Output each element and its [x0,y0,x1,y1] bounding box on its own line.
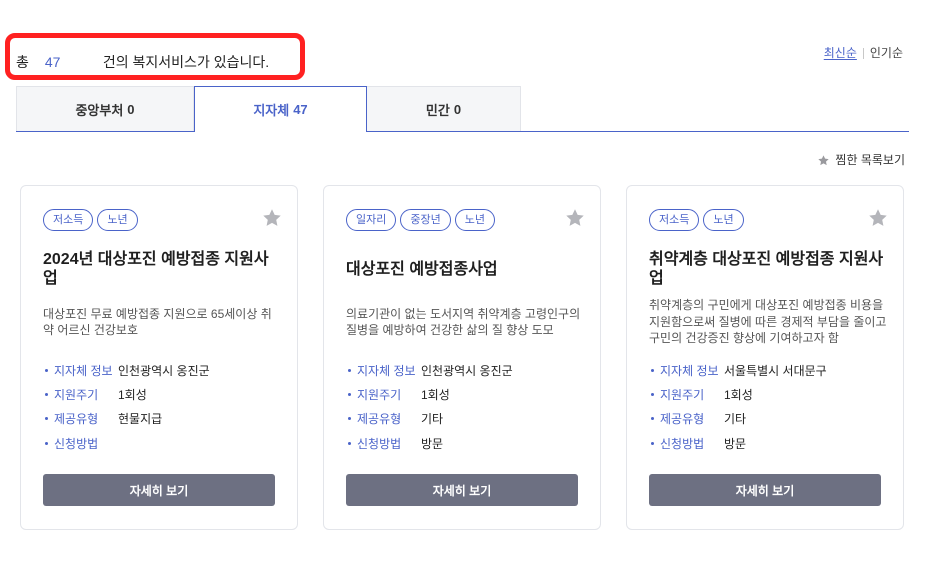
tag-list: 저소득 노년 [43,209,138,231]
star-icon [566,209,584,226]
tab-count: 47 [293,102,308,117]
tab-count: 0 [453,101,462,117]
view-details-button[interactable]: 자세히 보기 [649,474,881,506]
info-row: 신청방법 방문 [627,431,903,455]
info-row: 지자체 정보 인천광역시 옹진군 [21,358,297,382]
card-title: 2024년 대상포진 예방접종 지원사업 [43,251,269,287]
info-row: 제공유형 기타 [324,407,600,431]
info-row: 신청방법 방문 [324,431,600,455]
tab-private[interactable]: 민간 0 [367,86,521,131]
info-label: 지자체 정보 [357,363,416,378]
info-label: 제공유형 [357,412,402,427]
tab-label: 민간 [425,102,450,118]
card-title: 대상포진 예방접종사업 [346,260,498,278]
info-label: 신청방법 [54,436,99,451]
info-label: 지원주기 [357,388,402,403]
info-value: 인천광역시 옹진군 [421,363,513,378]
card-description: 의료기관이 없는 도서지역 취약계층 고령인구의 질병을 예방하여 건강한 삶의… [346,306,581,338]
service-card: 저소득 노년 취약계층 대상포진 예방접종 지원사업 취약계층의 구민에게 대상… [626,185,904,530]
info-row: 제공유형 기타 [627,407,903,431]
favorites-list-link[interactable]: 찜한 목록보기 [817,153,905,167]
info-label: 제공유형 [54,412,99,427]
favorite-toggle-button[interactable] [564,207,586,229]
star-icon [869,209,887,226]
card-description-block: 의료기관이 없는 도서지역 취약계층 고령인구의 질병을 예방하여 건강한 삶의… [346,296,584,348]
info-row: 지원주기 1회성 [627,382,903,406]
sort-divider [862,47,864,59]
info-label: 지원주기 [660,388,705,403]
sort-latest[interactable]: 최신순 [824,46,857,60]
info-row: 신청방법 [21,431,297,455]
card-info-list: 지자체 정보 인천광역시 옹진군 지원주기 1회성 제공유형 기타 신청방법 방… [324,358,600,456]
info-row: 제공유형 현물지급 [21,407,297,431]
result-summary: 총 47 건의 복지서비스가 있습니다. [16,53,269,71]
category-tag: 노년 [97,209,138,231]
card-title: 취약계층 대상포진 예방접종 지원사업 [649,251,884,287]
card-title-block: 2024년 대상포진 예방접종 지원사업 [43,248,279,290]
tab-count: 0 [127,101,135,117]
tab-label: 중앙부처 [75,102,124,118]
result-count: 47 [44,54,61,70]
card-description-block: 대상포진 무료 예방접종 지원으로 65세이상 취약 어르신 건강보호 [43,296,281,348]
tag-list: 저소득 노년 [649,209,744,231]
tab-local-government[interactable]: 지자체 47 [194,86,367,132]
star-icon [817,154,830,167]
info-value: 1회성 [724,388,753,403]
card-description: 대상포진 무료 예방접종 지원으로 65세이상 취약 어르신 건강보호 [43,306,272,338]
favorite-toggle-button[interactable] [867,207,889,229]
favorites-label: 찜한 목록보기 [835,153,905,167]
category-tag: 노년 [454,209,495,231]
category-tag: 일자리 [346,209,397,231]
sort-options: 최신순 인기순 [824,46,903,60]
info-value: 인천광역시 옹진군 [118,363,210,378]
info-label: 지자체 정보 [660,363,719,378]
view-details-button[interactable]: 자세히 보기 [43,474,275,506]
info-value: 현물지급 [118,412,163,427]
favorite-toggle-button[interactable] [261,207,283,229]
info-value: 서울특별시 서대문구 [724,363,827,378]
card-info-list: 지자체 정보 서울특별시 서대문구 지원주기 1회성 제공유형 기타 신청방법 … [627,358,903,456]
summary-suffix: 건의 복지서비스가 있습니다. [102,54,270,70]
category-tag: 노년 [703,209,744,231]
info-label: 신청방법 [357,436,402,451]
service-card: 일자리 중장년 노년 대상포진 예방접종사업 의료기관이 없는 도서지역 취약계… [323,185,601,530]
card-title-block: 대상포진 예방접종사업 [346,248,582,290]
category-tabs: 중앙부처 0 지자체 47 민간 0 [16,86,909,132]
info-label: 신청방법 [660,436,705,451]
category-tag: 저소득 [43,209,94,231]
info-row: 지자체 정보 인천광역시 옹진군 [324,358,600,382]
category-tag: 중장년 [400,209,451,231]
card-description-block: 취약계층의 구민에게 대상포진 예방접종 비용을 지원함으로써 질병에 따른 경… [649,296,887,348]
info-row: 지자체 정보 서울특별시 서대문구 [627,358,903,382]
tag-list: 일자리 중장년 노년 [346,209,495,231]
info-row: 지원주기 1회성 [324,382,600,406]
card-description: 취약계층의 구민에게 대상포진 예방접종 비용을 지원함으로써 질병에 따른 경… [649,298,887,346]
info-value: 방문 [421,436,444,451]
card-title-block: 취약계층 대상포진 예방접종 지원사업 [649,248,885,290]
tab-central-ministry[interactable]: 중앙부처 0 [16,86,194,131]
info-label: 지원주기 [54,388,99,403]
info-value: 기타 [724,412,747,427]
view-details-button[interactable]: 자세히 보기 [346,474,578,506]
sort-popular[interactable]: 인기순 [870,46,903,60]
info-label: 제공유형 [660,412,705,427]
info-label: 지자체 정보 [54,363,113,378]
info-value: 1회성 [421,388,450,403]
summary-prefix: 총 [16,54,29,70]
tab-label: 지자체 [253,103,290,118]
category-tag: 저소득 [649,209,700,231]
card-info-list: 지자체 정보 인천광역시 옹진군 지원주기 1회성 제공유형 현물지급 신청방법 [21,358,297,456]
service-card: 저소득 노년 2024년 대상포진 예방접종 지원사업 대상포진 무료 예방접종… [20,185,298,530]
info-value: 1회성 [118,388,147,403]
info-value: 방문 [724,436,747,451]
star-icon [263,209,281,226]
info-value: 기타 [421,412,444,427]
info-row: 지원주기 1회성 [21,382,297,406]
